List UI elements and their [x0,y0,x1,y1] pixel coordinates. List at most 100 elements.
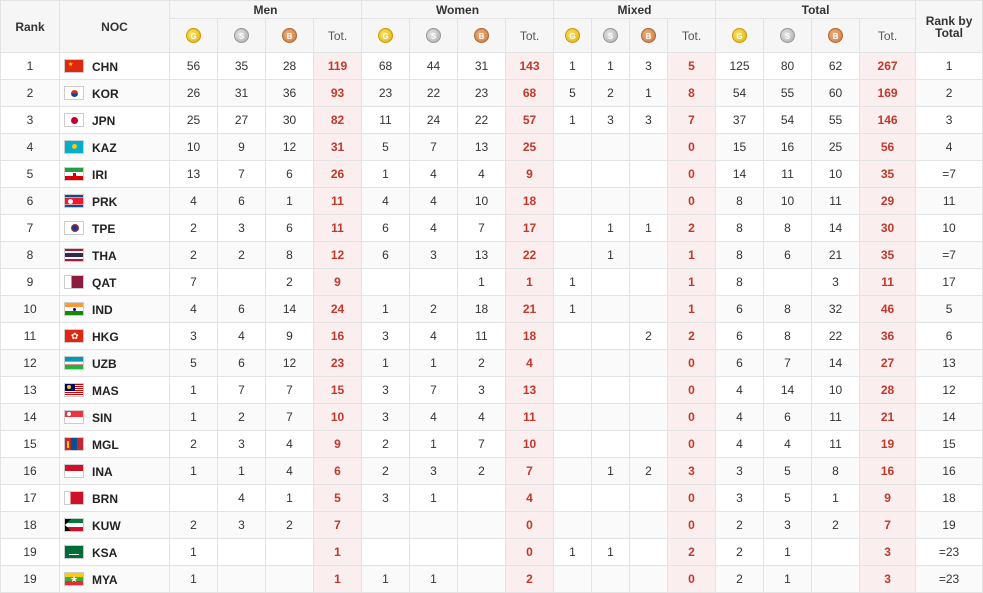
men-tot-cell: 23 [313,349,362,377]
rank-cell: 8 [0,241,60,269]
table-row[interactable]: 17 BRN 4 1 5 3 1 4 0 3 5 1 9 18 [0,484,983,512]
women-gold-cell: 6 [361,241,410,269]
total-bronze-header[interactable]: B [811,18,861,53]
rank-by-total-cell: 1 [915,52,983,80]
mixed-silver-cell [591,430,630,458]
noc-cell[interactable]: JPN [59,106,170,134]
header-noc[interactable]: NOC [59,0,170,53]
noc-cell[interactable]: BRN [59,484,170,512]
noc-cell[interactable]: PRK [59,187,170,215]
table-row[interactable]: 6 PRK 4 6 1 11 4 4 10 18 0 8 10 11 29 11 [0,187,983,215]
mixed-gold-header[interactable]: G [553,18,592,53]
qat-flag-icon [64,275,84,290]
table-row[interactable]: 1 ★ CHN 56 35 28 119 68 44 31 143 1 1 3 5 125 80 62 267 1 [0,52,983,80]
silver-medal-icon: S [780,28,796,44]
table-row[interactable]: 8 THA 2 2 8 12 6 3 13 22 1 1 8 6 21 35 =7 [0,241,983,269]
noc-cell[interactable]: IRI [59,160,170,188]
noc-cell[interactable]: MAS [59,376,170,404]
rank-cell: 6 [0,187,60,215]
total-tot-cell: 146 [859,106,917,134]
silver-medal-icon: S [426,28,441,44]
noc-cell[interactable]: UZB [59,349,170,377]
table-row[interactable]: 13 MAS 1 7 7 15 3 7 3 13 0 4 14 10 28 12 [0,376,983,404]
total-tot-header[interactable]: Tot. [859,18,917,53]
mixed-tot-cell: 0 [666,349,717,377]
table-row[interactable]: 2 KOR 26 31 36 93 23 22 23 68 5 2 1 8 54 55 60 169 2 [0,79,983,107]
rank-cell: 12 [0,349,60,377]
noc-cell[interactable]: TPE [59,214,170,242]
mixed-silver-header[interactable]: S [591,18,630,53]
rank-by-total-cell: 3 [915,106,983,134]
women-gold-cell: 3 [361,376,410,404]
women-bronze-header[interactable]: B [457,18,506,53]
table-row[interactable]: 7 TPE 2 3 6 11 6 4 7 17 1 1 2 8 8 14 30 10 [0,214,983,242]
table-row[interactable]: 14 SIN 1 2 7 10 3 4 4 11 0 4 6 11 21 14 [0,403,983,431]
table-row[interactable]: 3 JPN 25 27 30 82 11 24 22 57 1 3 3 7 37 54 55 146 3 [0,106,983,134]
mixed-silver-cell [591,565,630,593]
noc-cell[interactable]: THA [59,241,170,269]
rank-by-total-cell: 14 [915,403,983,431]
header-rank[interactable]: Rank [0,0,60,53]
table-row[interactable]: 19 KSA 1 1 0 1 1 2 2 1 3 =23 [0,538,983,566]
mixed-tot-cell: 5 [666,52,717,80]
rank-by-total-cell: 4 [915,133,983,161]
noc-cell[interactable]: SIN [59,403,170,431]
mixed-silver-cell [591,133,630,161]
table-row[interactable]: 10 IND 4 6 14 24 1 2 18 21 1 1 6 8 32 46 5 [0,295,983,323]
men-gold-header[interactable]: G [169,18,218,53]
mixed-bronze-header[interactable]: B [629,18,668,53]
mixed-tot-cell: 7 [666,106,717,134]
women-silver-cell: 3 [409,457,458,485]
table-row[interactable]: 15 MGL 2 3 4 9 2 1 7 10 0 4 4 11 19 15 [0,430,983,458]
total-gold-cell: 6 [715,349,765,377]
mixed-silver-cell: 3 [591,106,630,134]
men-bronze-cell: 7 [265,376,314,404]
men-silver-cell: 6 [217,349,266,377]
table-row[interactable]: 16 INA 1 1 4 6 2 3 2 7 1 2 3 3 5 8 16 16 [0,457,983,485]
table-row[interactable]: 18 KUW 2 3 2 7 0 0 2 3 2 7 19 [0,511,983,539]
mixed-gold-cell [553,511,592,539]
noc-cell[interactable]: MGL [59,430,170,458]
noc-code: THA [92,248,117,263]
rank-cell: 5 [0,160,60,188]
men-silver-header[interactable]: S [217,18,266,53]
noc-cell[interactable]: KSA [59,538,170,566]
total-gold-header[interactable]: G [715,18,765,53]
men-bronze-header[interactable]: B [265,18,314,53]
noc-cell[interactable]: ★ MYA [59,565,170,593]
table-row[interactable]: 5 IRI 13 7 6 26 1 4 4 9 0 14 11 10 35 =7 [0,160,983,188]
men-silver-cell: 2 [217,241,266,269]
women-silver-header[interactable]: S [409,18,458,53]
rank-cell: 2 [0,79,60,107]
men-tot-header[interactable]: Tot. [313,18,362,53]
men-gold-cell: 26 [169,79,218,107]
women-tot-header[interactable]: Tot. [505,18,554,53]
mixed-gold-cell: 1 [553,106,592,134]
men-silver-cell [217,538,266,566]
mixed-bronze-cell [629,511,668,539]
mixed-tot-header[interactable]: Tot. [666,18,717,53]
table-row[interactable]: 11 ✿ HKG 3 4 9 16 3 4 11 18 2 2 6 8 22 36 6 [0,322,983,350]
table-row[interactable]: 19 ★ MYA 1 1 1 1 2 0 2 1 3 =23 [0,565,983,593]
women-gold-cell: 68 [361,52,410,80]
total-gold-cell: 8 [715,268,765,296]
noc-cell[interactable]: IND [59,295,170,323]
noc-cell[interactable]: INA [59,457,170,485]
noc-cell[interactable]: KOR [59,79,170,107]
header-rank-by-total[interactable]: Rank by Total [915,0,983,53]
total-silver-cell: 6 [763,403,813,431]
noc-cell[interactable]: ✿ HKG [59,322,170,350]
total-silver-header[interactable]: S [763,18,813,53]
women-gold-cell: 3 [361,484,410,512]
mixed-silver-cell: 1 [591,538,630,566]
table-row[interactable]: 9 QAT 7 2 9 1 1 1 1 8 3 11 17 [0,268,983,296]
women-gold-header[interactable]: G [361,18,410,53]
noc-cell[interactable]: QAT [59,268,170,296]
men-silver-cell: 6 [217,295,266,323]
noc-cell[interactable]: KAZ [59,133,170,161]
noc-cell[interactable]: KUW [59,511,170,539]
table-row[interactable]: 12 UZB 5 6 12 23 1 1 2 4 0 6 7 14 27 13 [0,349,983,377]
noc-cell[interactable]: ★ CHN [59,52,170,80]
table-row[interactable]: 4 KAZ 10 9 12 31 5 7 13 25 0 15 16 25 56 4 [0,133,983,161]
men-silver-cell: 7 [217,160,266,188]
